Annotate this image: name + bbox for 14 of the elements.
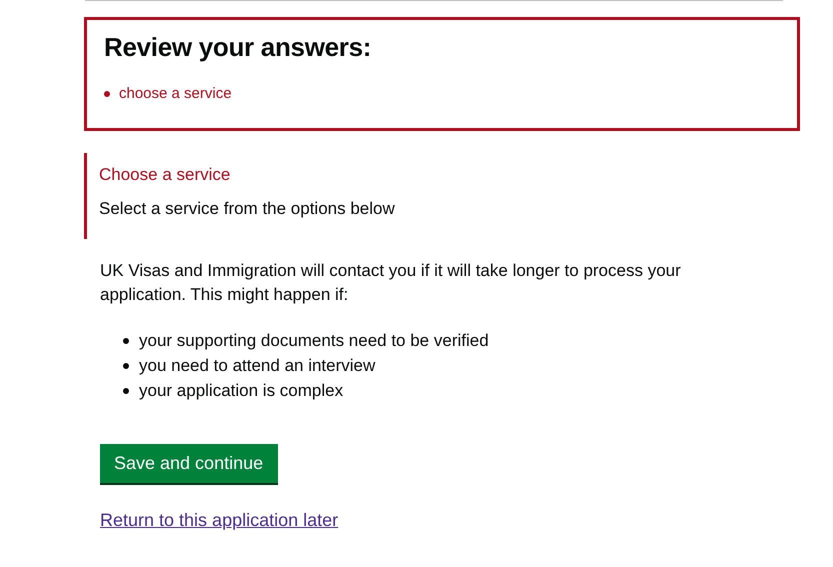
bullet-icon xyxy=(104,90,110,96)
paragraph: UK Visas and Immigration will contact you if it will take longer to process your application. This might happen if: xyxy=(100,260,682,306)
bullet-icon xyxy=(123,388,129,394)
list-item: your supporting documents need to be verified xyxy=(139,330,489,352)
return-link[interactable]: Return to this application later xyxy=(100,510,338,531)
list-item: you need to attend an interview xyxy=(139,355,376,377)
error-message: Choose a service xyxy=(99,165,232,185)
error-link[interactable]: choose a service xyxy=(119,85,232,102)
hint-text: Select a service from the options below xyxy=(99,199,396,219)
bullet-icon xyxy=(123,362,129,368)
list-item: your application is complex xyxy=(139,380,344,402)
error-summary-title: Review your answers: xyxy=(104,32,372,63)
save-and-continue-button[interactable]: Save and continue xyxy=(100,444,278,483)
bullet-icon xyxy=(123,338,129,344)
